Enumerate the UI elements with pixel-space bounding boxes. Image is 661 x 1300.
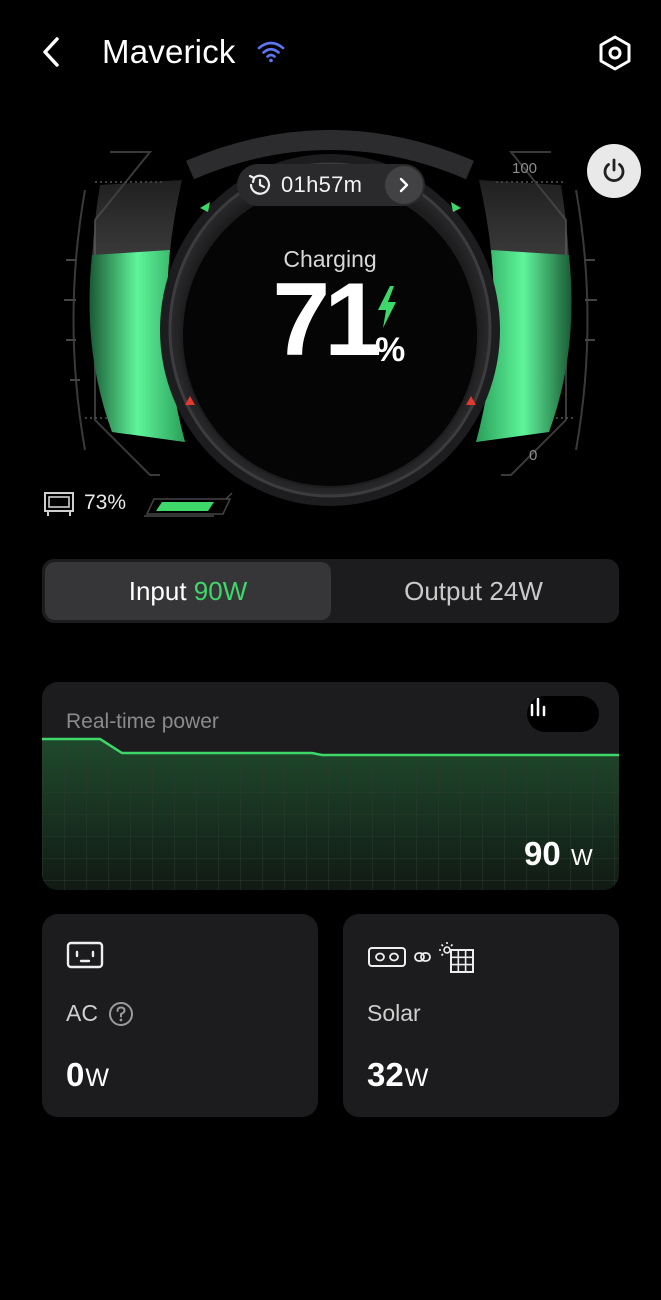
realtime-power-card[interactable]: Real-time power 90 W xyxy=(42,682,619,890)
tab-input-label: Input xyxy=(128,575,187,606)
history-clock-icon xyxy=(248,174,271,195)
top-bar: Maverick xyxy=(0,0,661,105)
tab-output-label: Output xyxy=(404,575,483,606)
ac-label: AC xyxy=(66,1000,98,1026)
realtime-power-value: 90 xyxy=(524,835,561,872)
chart-view-button[interactable] xyxy=(527,696,599,732)
realtime-power-title: Real-time power xyxy=(66,710,219,733)
secondary-battery-percent: 73% xyxy=(84,491,127,514)
solar-panel-icon xyxy=(439,942,474,973)
realtime-power-unit: W xyxy=(571,844,593,870)
ac-outlet-icon xyxy=(66,941,104,969)
ac-value-row: 0W xyxy=(66,1056,109,1094)
solar-connection-icon xyxy=(368,942,474,973)
solar-unit: W xyxy=(404,1064,429,1092)
input-output-tabs: Input 90W Output 24W xyxy=(42,559,619,623)
secondary-battery-indicator xyxy=(44,492,233,517)
power-button[interactable] xyxy=(587,144,641,198)
tab-input-value: 90W xyxy=(193,575,248,606)
ac-value: 0 xyxy=(66,1056,85,1093)
device-name: Maverick xyxy=(102,33,236,70)
scale-min-label: 0 xyxy=(529,447,538,464)
back-button[interactable] xyxy=(34,30,68,74)
link-icon xyxy=(414,952,431,962)
tab-output[interactable]: Output 24W xyxy=(331,562,616,620)
tab-output-value: 24W xyxy=(489,575,543,606)
ac-label-row: AC xyxy=(66,1000,134,1027)
solar-label: Solar xyxy=(367,1000,421,1026)
solar-value: 32 xyxy=(367,1056,404,1093)
remaining-time-text: 01h57m xyxy=(281,172,363,197)
percent-sign: % xyxy=(375,331,406,369)
remaining-time-button[interactable]: 01h57m xyxy=(237,164,425,206)
solar-value-row: 32W xyxy=(367,1056,428,1094)
tab-input[interactable]: Input 90W xyxy=(45,562,331,620)
scale-max-label: 100 xyxy=(512,160,538,177)
ac-unit: W xyxy=(85,1064,109,1092)
chevron-right-icon xyxy=(385,166,423,204)
ac-input-card[interactable]: AC 0W xyxy=(42,914,318,1117)
wifi-icon xyxy=(257,41,285,63)
solar-input-card[interactable]: Solar 32W xyxy=(343,914,619,1117)
help-icon[interactable] xyxy=(108,1001,134,1027)
extra-battery-icon xyxy=(44,492,74,516)
settings-icon[interactable] xyxy=(596,34,634,72)
lightning-bolt-icon xyxy=(378,286,396,328)
battery-percent: 71 xyxy=(272,262,382,378)
chevron-left-icon xyxy=(43,37,59,67)
dc-port-icon xyxy=(368,947,406,967)
power-icon xyxy=(603,158,625,183)
solar-label-row: Solar xyxy=(367,1000,421,1027)
bar-chart-icon xyxy=(530,697,546,717)
